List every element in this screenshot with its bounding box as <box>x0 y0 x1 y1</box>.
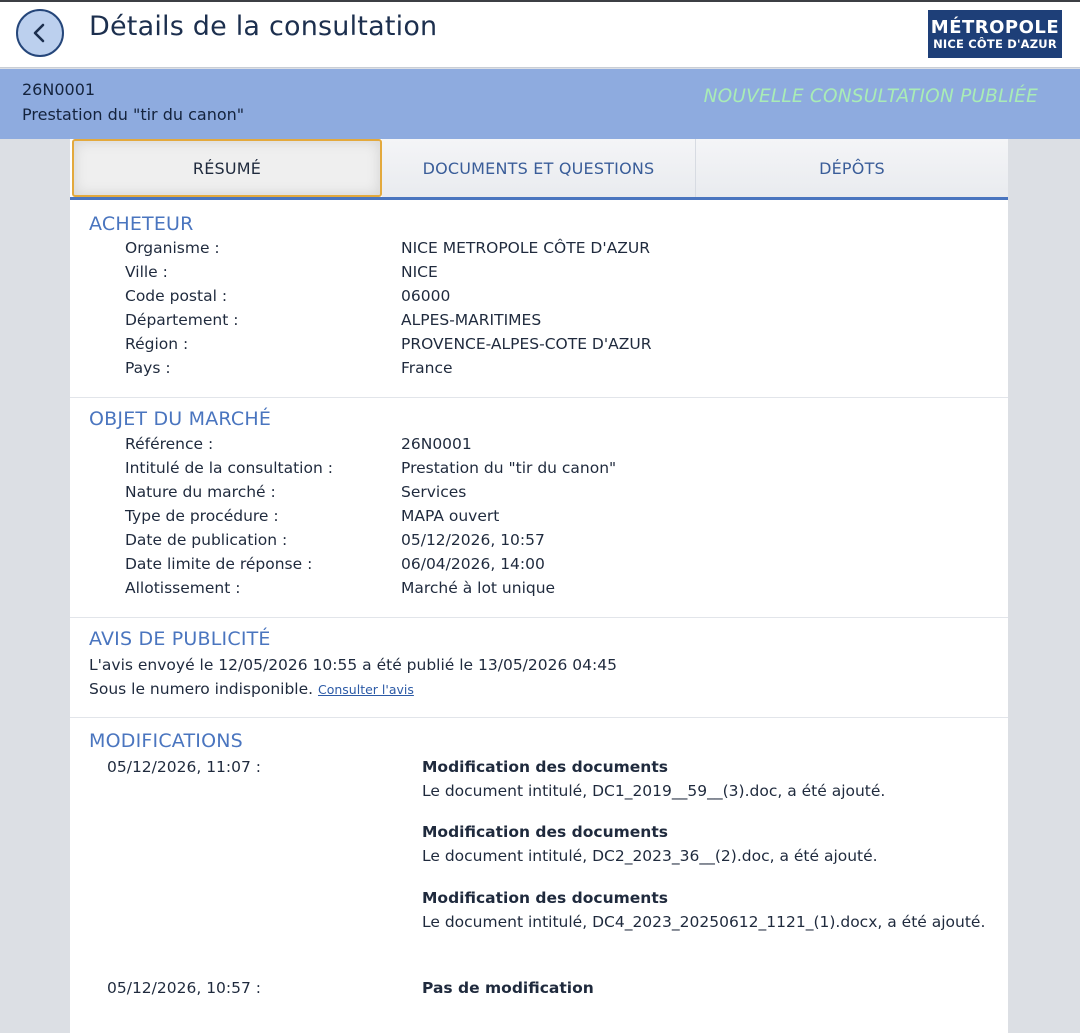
info-row: Code postal : 06000 <box>70 287 1008 311</box>
modification-description: Le document intitulé, DC1_2019__59__(3).… <box>422 782 886 800</box>
tab-depots[interactable]: DÉPÔTS <box>696 139 1008 197</box>
section-title-objet: OBJET DU MARCHÉ <box>89 408 272 430</box>
app-header: Détails de la consultation MÉTROPOLE NIC… <box>0 2 1080 68</box>
back-button[interactable] <box>16 9 64 57</box>
field-value: NICE METROPOLE CÔTE D'AZUR <box>401 239 650 257</box>
logo-line-2: NICE CÔTE D'AZUR <box>933 36 1057 51</box>
field-label: Allotissement : <box>125 579 241 597</box>
modification-title: Modification des documents <box>422 889 668 907</box>
avis-text: L'avis envoyé le 12/05/2026 10:55 a été … <box>89 656 617 674</box>
consulter-avis-link[interactable]: Consulter l'avis <box>318 682 414 697</box>
section-title-acheteur: ACHETEUR <box>89 213 194 235</box>
banner-reference: 26N0001 <box>22 80 96 99</box>
info-row: Allotissement : Marché à lot unique <box>70 579 1008 603</box>
acheteur-section: ACHETEUR Organisme : NICE METROPOLE CÔTE… <box>70 200 1008 398</box>
avis-number-text: Sous le numero indisponible. <box>89 680 314 698</box>
chevron-left-icon <box>33 23 45 43</box>
field-label: Code postal : <box>125 287 228 305</box>
field-label: Référence : <box>125 435 214 453</box>
modification-title: Modification des documents <box>422 823 668 841</box>
field-value: Services <box>401 483 467 501</box>
tab-documents-questions[interactable]: DOCUMENTS ET QUESTIONS <box>382 139 696 197</box>
field-value: France <box>401 359 453 377</box>
info-row: Date de publication : 05/12/2026, 10:57 <box>70 531 1008 555</box>
info-row: Référence : 26N0001 <box>70 435 1008 459</box>
logo-line-1: MÉTROPOLE <box>930 16 1060 38</box>
info-row: Région : PROVENCE-ALPES-COTE D'AZUR <box>70 335 1008 359</box>
avis-section: AVIS DE PUBLICITÉ L'avis envoyé le 12/05… <box>70 618 1008 718</box>
field-value: NICE <box>401 263 438 281</box>
status-badge: NOUVELLE CONSULTATION PUBLIÉE <box>703 86 1038 107</box>
field-label: Date de publication : <box>125 531 288 549</box>
tab-resume[interactable]: RÉSUMÉ <box>72 139 382 197</box>
objet-section: OBJET DU MARCHÉ Référence : 26N0001 Inti… <box>70 398 1008 618</box>
info-row: Date limite de réponse : 06/04/2026, 14:… <box>70 555 1008 579</box>
avis-number-line: Sous le numero indisponible. Consulter l… <box>89 680 414 698</box>
modification-title: Modification des documents <box>422 758 668 776</box>
modifications-section: MODIFICATIONS 05/12/2026, 11:07 : Modifi… <box>70 718 1008 1033</box>
field-label: Organisme : <box>125 239 220 257</box>
info-row: Organisme : NICE METROPOLE CÔTE D'AZUR <box>70 239 1008 263</box>
modification-date: 05/12/2026, 10:57 : <box>107 979 262 997</box>
info-row: Nature du marché : Services <box>70 483 1008 507</box>
field-value: 26N0001 <box>401 435 472 453</box>
info-row: Type de procédure : MAPA ouvert <box>70 507 1008 531</box>
info-row: Département : ALPES-MARITIMES <box>70 311 1008 335</box>
field-label: Ville : <box>125 263 168 281</box>
tab-bar: RÉSUMÉ DOCUMENTS ET QUESTIONS DÉPÔTS <box>70 139 1008 200</box>
info-row: Pays : France <box>70 359 1008 383</box>
field-label: Nature du marché : <box>125 483 276 501</box>
metropole-logo: MÉTROPOLE NICE CÔTE D'AZUR <box>928 10 1062 58</box>
page-title: Détails de la consultation <box>89 11 438 42</box>
field-value: 05/12/2026, 10:57 <box>401 531 545 549</box>
field-value: ALPES-MARITIMES <box>401 311 542 329</box>
field-label: Pays : <box>125 359 171 377</box>
field-value: Prestation du "tir du canon" <box>401 459 617 477</box>
field-label: Type de procédure : <box>125 507 279 525</box>
section-title-avis: AVIS DE PUBLICITÉ <box>89 628 271 650</box>
info-row: Intitulé de la consultation : Prestation… <box>70 459 1008 483</box>
details-card: RÉSUMÉ DOCUMENTS ET QUESTIONS DÉPÔTS ACH… <box>70 139 1008 1033</box>
modification-title: Pas de modification <box>422 979 594 997</box>
field-value: 06/04/2026, 14:00 <box>401 555 545 573</box>
field-value: MAPA ouvert <box>401 507 500 525</box>
consultation-banner: 26N0001 Prestation du "tir du canon" NOU… <box>0 69 1080 139</box>
field-label: Intitulé de la consultation : <box>125 459 333 477</box>
field-label: Date limite de réponse : <box>125 555 313 573</box>
field-value: PROVENCE-ALPES-COTE D'AZUR <box>401 335 652 353</box>
modification-description: Le document intitulé, DC2_2023_36__(2).d… <box>422 847 878 865</box>
modification-description: Le document intitulé, DC4_2023_20250612_… <box>422 913 986 931</box>
banner-intitule: Prestation du "tir du canon" <box>22 105 245 124</box>
field-label: Région : <box>125 335 189 353</box>
section-title-modifications: MODIFICATIONS <box>89 730 243 752</box>
info-row: Ville : NICE <box>70 263 1008 287</box>
field-label: Département : <box>125 311 239 329</box>
modification-date: 05/12/2026, 11:07 : <box>107 758 262 776</box>
field-value: Marché à lot unique <box>401 579 556 597</box>
field-value: 06000 <box>401 287 451 305</box>
